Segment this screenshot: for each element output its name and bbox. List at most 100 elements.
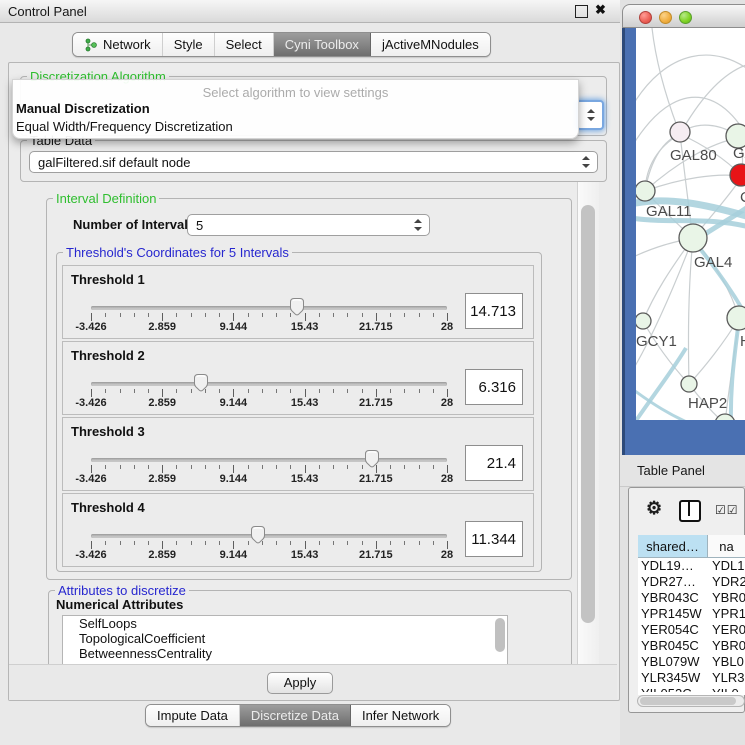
- threshold-slider-handle-4[interactable]: [250, 525, 266, 545]
- zoom-traffic-light[interactable]: [679, 11, 692, 24]
- table-row[interactable]: YIL052CYIL0: [638, 686, 745, 692]
- tick-mark: [176, 389, 177, 393]
- minimize-traffic-light[interactable]: [659, 11, 672, 24]
- bottom-tab-impute-data[interactable]: Impute Data: [146, 705, 240, 726]
- node-label-ga: GA: [733, 145, 745, 162]
- tick-mark: [276, 541, 277, 545]
- tab-cyni-toolbox[interactable]: Cyni Toolbox: [274, 33, 371, 56]
- threshold-value-1[interactable]: 14.713: [465, 293, 523, 329]
- checkbox-icons[interactable]: ☑☑: [715, 503, 739, 517]
- tick-mark: [120, 541, 121, 545]
- table-panel-window: ⚙ ☑☑ shared…na YDL19…YDL1YDR27…YDR2YBR04…: [628, 487, 745, 713]
- gal11-node[interactable]: [636, 181, 655, 201]
- network-graph: [636, 28, 745, 420]
- thresholds-group-title: Threshold's Coordinates for 5 Intervals: [63, 245, 292, 260]
- tab-network[interactable]: Network: [73, 33, 163, 56]
- threshold-slider-track-2[interactable]: [91, 382, 447, 386]
- hap2-node[interactable]: [681, 376, 697, 392]
- tick-mark: [262, 465, 263, 469]
- tick-mark: [433, 313, 434, 317]
- attribute-item-topologicalcoefficient[interactable]: TopologicalCoefficient: [63, 631, 507, 646]
- tick-mark: [447, 389, 448, 397]
- main-scrollbar[interactable]: [577, 182, 599, 664]
- threshold-slider-handle-2[interactable]: [193, 373, 209, 393]
- table-row[interactable]: YDR27…YDR2: [638, 574, 745, 590]
- close-icon[interactable]: ✖: [595, 2, 606, 18]
- float-icon[interactable]: [575, 5, 588, 18]
- threshold-value-2[interactable]: 6.316: [465, 369, 523, 405]
- gcy1-node[interactable]: [636, 313, 651, 329]
- tick-mark: [148, 313, 149, 317]
- column-layout-icon[interactable]: [679, 500, 701, 522]
- gear-icon[interactable]: ⚙: [646, 499, 662, 517]
- algorithm-option-equal-width-frequency-discretization[interactable]: Equal Width/Frequency Discretization: [16, 119, 233, 134]
- h-node[interactable]: [727, 306, 745, 330]
- algorithm-combo-end[interactable]: [576, 100, 604, 130]
- node-label-gcy1: GCY1: [636, 333, 677, 350]
- table-data-combo[interactable]: galFiltered.sif default node: [29, 151, 598, 173]
- network-canvas[interactable]: GAL80GACGAL11GAL4GCY1HHAP2: [636, 28, 745, 420]
- table-row[interactable]: YDL19…YDL1: [638, 558, 745, 574]
- table-row[interactable]: YPR145WYPR1: [638, 606, 745, 622]
- table-row[interactable]: YBR043CYBR0: [638, 590, 745, 606]
- tick-mark: [376, 541, 377, 549]
- bottom-tab-bar: Impute Data Discretize Data Infer Network: [145, 704, 451, 727]
- threshold-slider-track-4[interactable]: [91, 534, 447, 538]
- gal4-node[interactable]: [679, 224, 707, 252]
- slider-thumb-icon: [250, 525, 266, 545]
- table-row[interactable]: YLR345WYLR3: [638, 670, 745, 686]
- threshold-slider-track-3[interactable]: [91, 458, 447, 462]
- tab-select[interactable]: Select: [215, 33, 274, 56]
- tick-mark: [390, 313, 391, 317]
- tick-mark: [134, 541, 135, 545]
- numerical-attributes-list[interactable]: SelfLoopsTopologicalCoefficientBetweenne…: [62, 615, 508, 664]
- tick-label: 15.43: [291, 321, 319, 333]
- column-header-shared[interactable]: shared…: [638, 535, 708, 558]
- num-intervals-combo[interactable]: 5: [187, 214, 430, 236]
- tick-mark: [305, 541, 306, 549]
- tab-jactivemnodules[interactable]: jActiveMNodules: [371, 33, 490, 56]
- apply-button[interactable]: Apply: [267, 672, 333, 694]
- bottom-tab-discretize-data[interactable]: Discretize Data: [240, 705, 351, 726]
- column-header-na[interactable]: na: [708, 535, 745, 558]
- list-scrollbar-thumb[interactable]: [495, 618, 505, 652]
- threshold-slider-track-1[interactable]: [91, 306, 447, 310]
- attribute-item-selfloops[interactable]: SelfLoops: [63, 616, 507, 631]
- tab-label-cyni-toolbox: Cyni Toolbox: [285, 37, 359, 52]
- algorithm-option-manual-discretization[interactable]: Manual Discretization: [16, 101, 150, 116]
- close-traffic-light[interactable]: [639, 11, 652, 24]
- table-hscrollbar[interactable]: [637, 695, 745, 707]
- num-intervals-value: 5: [196, 218, 203, 233]
- threshold-tick-labels-4: -3.4262.8599.14415.4321.71528: [91, 549, 447, 561]
- cell-shared-name: YPR145W: [641, 606, 702, 622]
- tick-mark: [404, 389, 405, 393]
- table-panel-titlebar: Table Panel: [620, 455, 745, 487]
- threshold-value-4[interactable]: 11.344: [465, 521, 523, 557]
- table-hscrollbar-thumb[interactable]: [640, 697, 736, 705]
- tick-mark: [390, 465, 391, 469]
- cell-shared-name: YDL19…: [641, 558, 694, 574]
- threshold-panel-4: Threshold 4-3.4262.8599.14415.4321.71528…: [62, 493, 534, 567]
- interval-definition-title: Interval Definition: [53, 191, 159, 206]
- table-row[interactable]: YBR045CYBR0: [638, 638, 745, 654]
- cell-name: YLR3: [712, 670, 745, 686]
- threshold-slider-handle-1[interactable]: [289, 297, 305, 317]
- table-row[interactable]: YBL079WYBL0: [638, 654, 745, 670]
- cell-shared-name: YBR045C: [641, 638, 699, 654]
- table-row[interactable]: YER054CYER0: [638, 622, 745, 638]
- bottom-tab-label-discretize-data: Discretize Data: [251, 708, 339, 723]
- threshold-value-3[interactable]: 21.4: [465, 445, 523, 481]
- tick-mark: [347, 389, 348, 393]
- threshold-slider-handle-3[interactable]: [364, 449, 380, 469]
- tick-mark: [148, 541, 149, 545]
- bottom-tab-infer-network[interactable]: Infer Network: [351, 705, 450, 726]
- tab-style[interactable]: Style: [163, 33, 215, 56]
- network-edge: [652, 28, 680, 134]
- tick-mark: [319, 389, 320, 393]
- gal80-node[interactable]: [670, 122, 690, 142]
- main-scrollbar-thumb[interactable]: [581, 205, 595, 623]
- tick-mark: [248, 541, 249, 545]
- tick-mark: [419, 465, 420, 469]
- attribute-item-betweennesscentrality[interactable]: BetweennessCentrality: [63, 646, 507, 661]
- tick-mark: [362, 465, 363, 469]
